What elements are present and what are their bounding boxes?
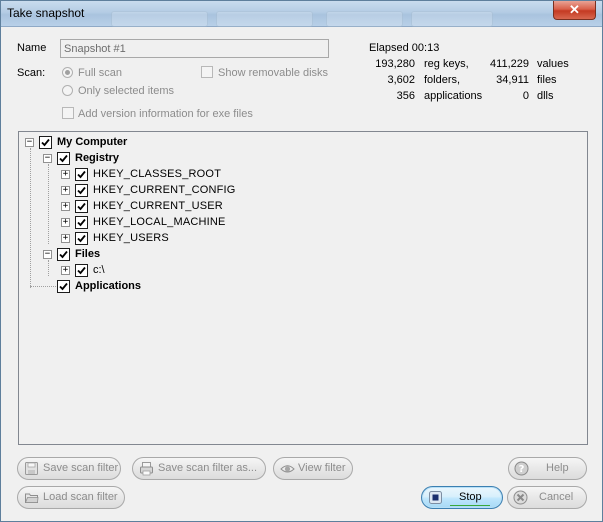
- show-removable-label: Show removable disks: [218, 67, 329, 79]
- tree-connector: [30, 286, 58, 287]
- elapsed-time: Elapsed 00:13: [369, 42, 440, 54]
- tree-label: My Computer: [57, 136, 128, 148]
- full-scan-label: Full scan: [78, 67, 123, 79]
- tree-connector: [48, 260, 49, 276]
- tree-label: Files: [75, 248, 101, 260]
- collapse-icon[interactable]: −: [43, 250, 52, 259]
- save-scan-filter-button[interactable]: Save scan filter: [17, 457, 121, 480]
- values-count: 411,229: [490, 58, 529, 70]
- expand-icon[interactable]: +: [61, 202, 70, 211]
- load-scan-filter-label: Load scan filter: [43, 491, 118, 503]
- reg-keys-count: 193,280: [375, 58, 415, 70]
- dlls-label: dlls: [537, 90, 554, 102]
- window-title: Take snapshot: [7, 6, 85, 20]
- tree-label: HKEY_USERS: [93, 232, 169, 244]
- view-eye-icon: [280, 461, 295, 476]
- dlls-count: 0: [522, 90, 529, 102]
- background-tab-ghost: [326, 11, 403, 27]
- checkbox-checked-icon[interactable]: [57, 152, 70, 165]
- svg-text:?: ?: [519, 464, 525, 475]
- checkbox-checked-icon[interactable]: [75, 168, 88, 181]
- checkbox-checked-icon[interactable]: [39, 136, 52, 149]
- values-label: values: [537, 58, 569, 70]
- background-tab-ghost: [111, 11, 208, 27]
- open-folder-icon: [24, 490, 39, 505]
- full-scan-radio[interactable]: [62, 67, 73, 78]
- focus-indicator: [450, 505, 490, 506]
- tree-label: Registry: [75, 152, 120, 164]
- take-snapshot-dialog: Take snapshot ✕ Name Scan: Full scan Onl…: [0, 0, 603, 522]
- reg-keys-label: reg keys,: [424, 58, 469, 70]
- tree-connector: [48, 164, 49, 244]
- save-scan-filter-label: Save scan filter: [43, 462, 119, 474]
- tree-label: c:\: [93, 264, 105, 276]
- applications-count: 356: [396, 90, 415, 102]
- checkbox-checked-icon[interactable]: [75, 232, 88, 245]
- background-tab-ghost: [411, 11, 493, 27]
- cancel-button[interactable]: Cancel: [507, 486, 587, 509]
- tree-label: HKEY_CLASSES_ROOT: [93, 168, 222, 180]
- tree-label: HKEY_CURRENT_USER: [93, 200, 223, 212]
- help-button[interactable]: ? Help: [508, 457, 587, 480]
- expand-icon[interactable]: +: [61, 186, 70, 195]
- expand-icon[interactable]: +: [61, 218, 70, 227]
- save-scan-filter-as-button[interactable]: Save scan filter as...: [132, 457, 266, 480]
- help-icon: ?: [514, 461, 529, 476]
- files-count: 34,911: [496, 74, 529, 86]
- expand-icon[interactable]: +: [61, 266, 70, 275]
- show-removable-checkbox[interactable]: [201, 66, 213, 78]
- add-version-checkbox[interactable]: [62, 107, 74, 119]
- tree-connector: [30, 148, 31, 288]
- view-filter-label: View filter: [298, 462, 346, 474]
- cancel-label: Cancel: [539, 491, 574, 503]
- tree-label: Applications: [75, 280, 142, 292]
- view-filter-button[interactable]: View filter: [273, 457, 353, 480]
- expand-icon[interactable]: +: [61, 170, 70, 179]
- close-button[interactable]: ✕: [553, 1, 596, 20]
- close-icon: ✕: [569, 2, 580, 17]
- expand-icon[interactable]: +: [61, 234, 70, 243]
- applications-label: applications: [424, 90, 483, 102]
- folders-label: folders,: [424, 74, 461, 86]
- background-tab-ghost: [216, 11, 313, 27]
- stop-button[interactable]: Stop: [421, 486, 503, 509]
- save-scan-filter-as-label: Save scan filter as...: [158, 462, 258, 474]
- save-as-printer-icon: [139, 461, 154, 476]
- help-label: Help: [546, 462, 569, 474]
- name-label: Name: [17, 42, 47, 54]
- files-label: files: [537, 74, 557, 86]
- save-disk-icon: [24, 461, 39, 476]
- checkbox-checked-icon[interactable]: [75, 200, 88, 213]
- folders-count: 3,602: [387, 74, 415, 86]
- checkbox-checked-icon[interactable]: [57, 248, 70, 261]
- only-selected-radio[interactable]: [62, 85, 73, 96]
- collapse-icon[interactable]: −: [43, 154, 52, 163]
- tree-label: HKEY_LOCAL_MACHINE: [93, 216, 226, 228]
- tree-label: HKEY_CURRENT_CONFIG: [93, 184, 236, 196]
- only-selected-label: Only selected items: [78, 85, 174, 97]
- scan-tree-view[interactable]: − My Computer − Registry + HKEY_CLASSES_…: [18, 131, 588, 445]
- collapse-icon[interactable]: −: [25, 138, 34, 147]
- snapshot-name-input[interactable]: [60, 39, 329, 58]
- checkbox-checked-icon[interactable]: [75, 264, 88, 277]
- load-scan-filter-button[interactable]: Load scan filter: [17, 486, 125, 509]
- cancel-x-icon: [513, 490, 528, 505]
- checkbox-checked-icon[interactable]: [75, 184, 88, 197]
- checkbox-checked-icon[interactable]: [75, 216, 88, 229]
- title-bar[interactable]: Take snapshot ✕: [1, 1, 602, 27]
- checkbox-checked-icon[interactable]: [57, 280, 70, 293]
- stop-icon: [428, 490, 443, 505]
- add-version-label: Add version information for exe files: [78, 108, 253, 120]
- scan-label: Scan:: [17, 67, 46, 79]
